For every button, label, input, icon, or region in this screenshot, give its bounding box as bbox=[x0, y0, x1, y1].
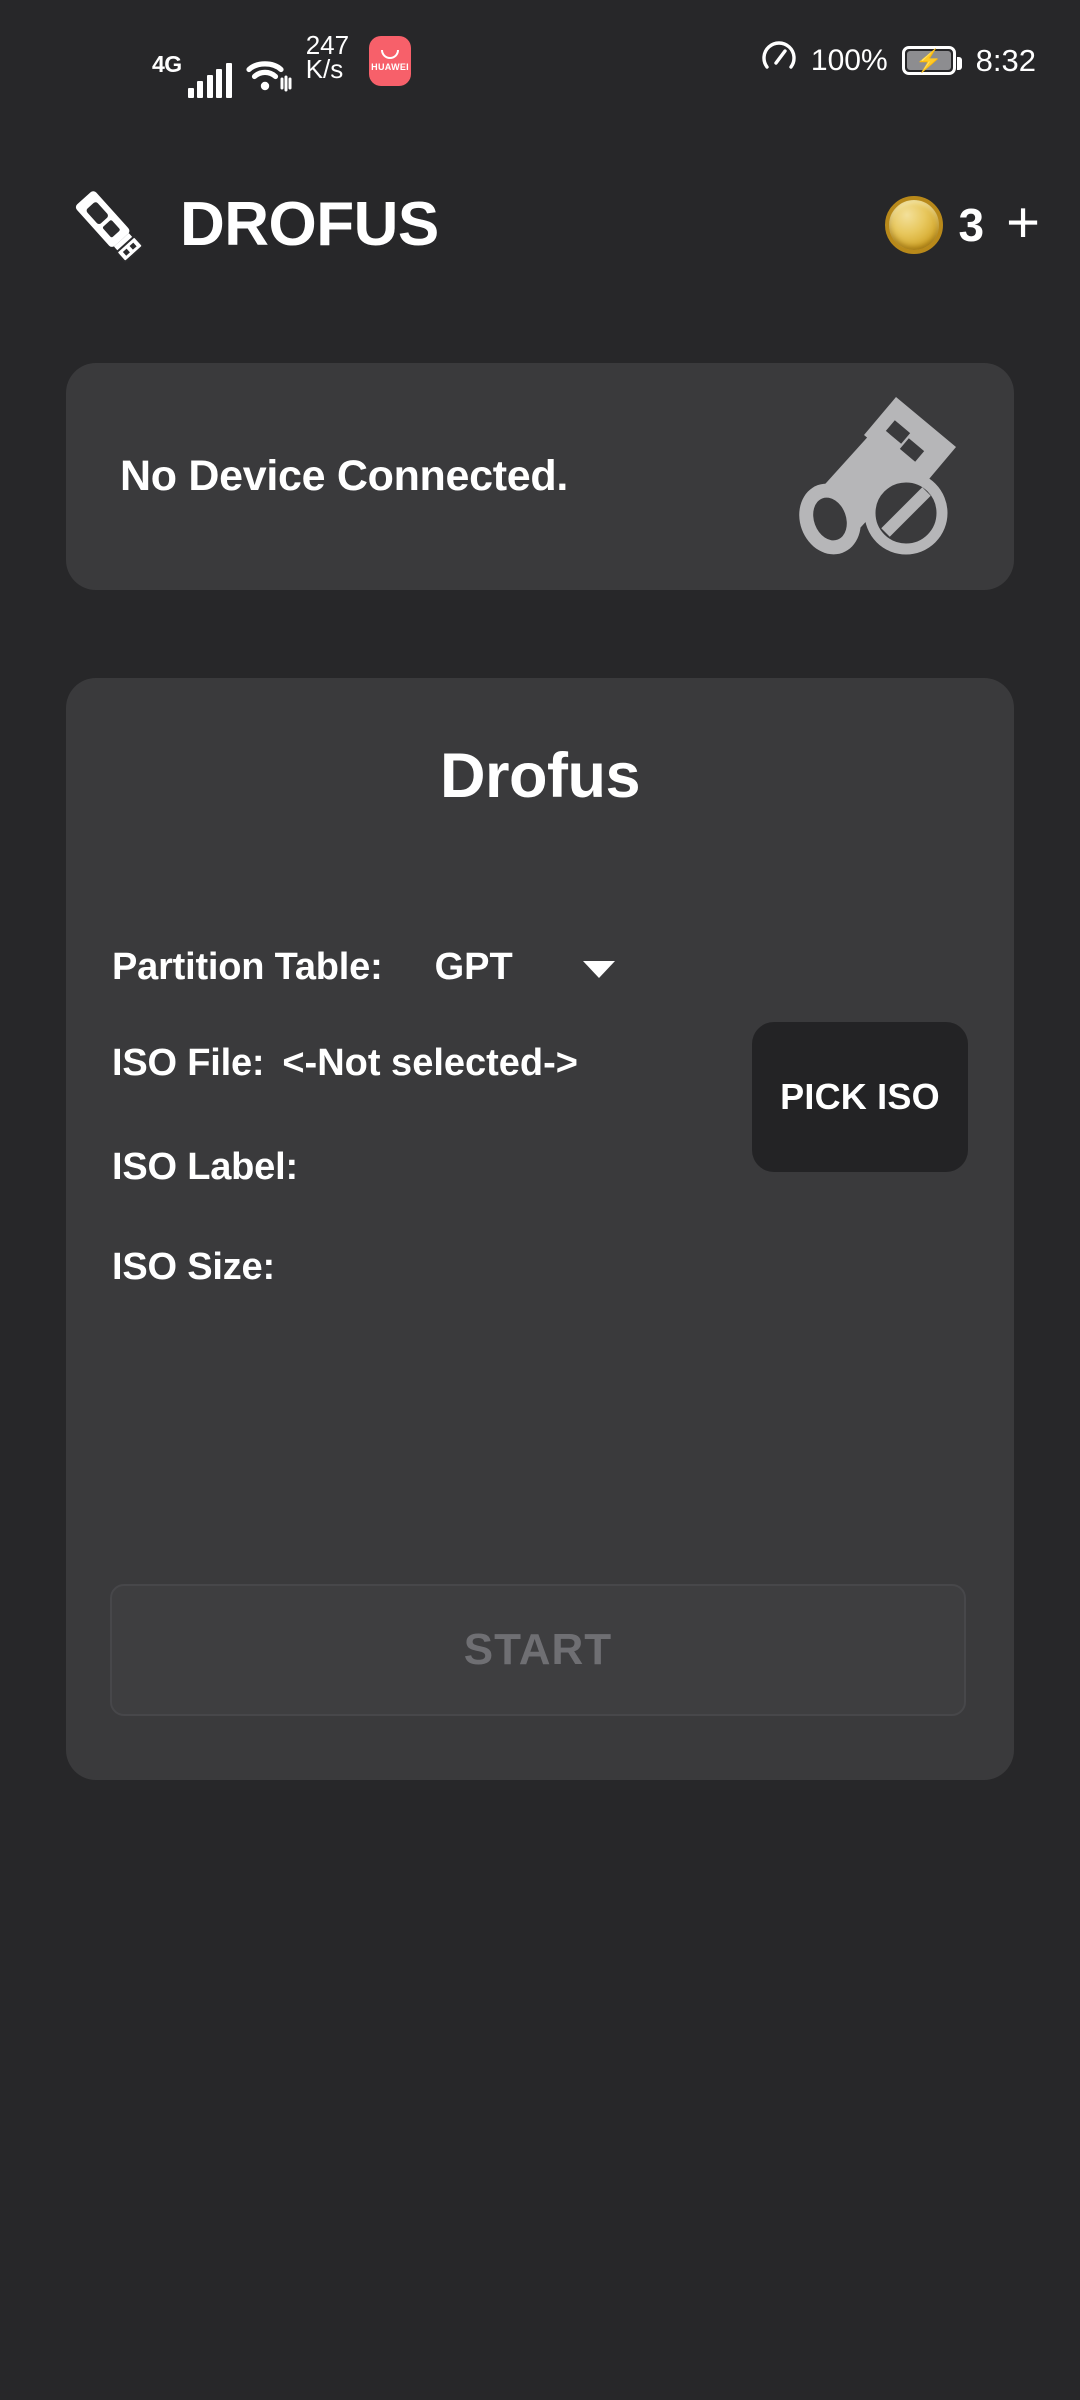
iso-size-label: ISO Size: bbox=[112, 1246, 275, 1288]
partition-table-dropdown[interactable]: GPT bbox=[435, 946, 615, 989]
app-bar: DROFUS 3 + bbox=[0, 160, 1080, 290]
speedometer-icon bbox=[761, 40, 797, 81]
battery-charging-icon: ⚡ bbox=[901, 46, 962, 75]
usb-drive-icon bbox=[62, 179, 154, 271]
status-bar-left: 4G 247 K/s HUAWEI bbox=[152, 32, 412, 98]
network-speed-unit: K/s bbox=[305, 54, 344, 85]
pick-iso-button[interactable]: PICK ISO bbox=[752, 1022, 968, 1172]
app-title: DROFUS bbox=[180, 190, 439, 259]
partition-table-label: Partition Table: bbox=[112, 946, 383, 988]
battery-percentage-label: 100% bbox=[810, 43, 888, 77]
network-type-label: 4G bbox=[152, 51, 182, 77]
device-status-label: No Device Connected. bbox=[120, 452, 568, 500]
add-credits-button[interactable]: + bbox=[1006, 193, 1040, 250]
gold-coin-icon bbox=[884, 196, 943, 254]
phone-screen: 4G 247 K/s HUAWEI 100% ⚡ 8:32 DROFUS 3 +… bbox=[0, 0, 1080, 2400]
partition-table-value: GPT bbox=[434, 946, 513, 988]
status-bar: 4G 247 K/s HUAWEI 100% ⚡ 8:32 bbox=[0, 0, 1080, 108]
clock-label: 8:32 bbox=[975, 42, 1036, 78]
wifi-icon bbox=[246, 57, 292, 98]
device-status-card: No Device Connected. bbox=[66, 363, 1014, 590]
iso-size-row: ISO Size: bbox=[112, 1246, 293, 1289]
huawei-arc-glyph bbox=[381, 50, 400, 59]
credit-count-label: 3 bbox=[958, 199, 985, 251]
iso-file-value: <-Not selected-> bbox=[282, 1042, 578, 1084]
huawei-app-badge-icon: HUAWEI bbox=[369, 36, 412, 86]
usb-disconnected-icon bbox=[778, 391, 968, 563]
card-title: Drofus bbox=[440, 741, 641, 811]
iso-label-row: ISO Label: bbox=[112, 1146, 316, 1189]
partition-table-row: Partition Table: GPT bbox=[112, 946, 615, 989]
credits-area[interactable]: 3 + bbox=[884, 193, 1040, 254]
signal-bars-icon bbox=[187, 63, 232, 98]
iso-label-label: ISO Label: bbox=[112, 1146, 298, 1188]
iso-file-label: ISO File: bbox=[112, 1042, 265, 1084]
network-speed-indicator: 247 K/s bbox=[305, 32, 349, 85]
huawei-badge-label: HUAWEI bbox=[371, 62, 409, 72]
chevron-down-icon bbox=[582, 961, 615, 978]
battery-bolt-glyph: ⚡ bbox=[914, 47, 943, 73]
app-brand: DROFUS bbox=[62, 179, 439, 271]
start-button[interactable]: START bbox=[110, 1584, 966, 1716]
status-bar-right: 100% ⚡ 8:32 bbox=[761, 40, 1036, 81]
